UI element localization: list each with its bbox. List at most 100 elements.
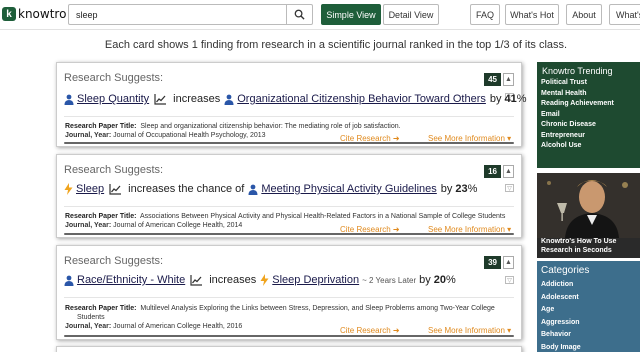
- trending-item[interactable]: Mental Health: [537, 89, 640, 100]
- finding-card: [56, 346, 522, 352]
- finding-card: Research Suggests: 16 ▲ ▽ Sleep increase…: [56, 154, 522, 238]
- paper-title-continuation: Students: [77, 314, 105, 321]
- journal-label: Journal, Year:: [65, 222, 112, 229]
- chevron-up-icon[interactable]: ▲: [503, 256, 514, 269]
- finding-card: Research Suggests: 39 ▲ ▽ Race/Ethnicity…: [56, 245, 522, 340]
- flag-icon[interactable]: ▽: [505, 184, 514, 192]
- effect-percent: 41: [504, 93, 517, 105]
- card-bottom-bar: [64, 233, 514, 235]
- divider: [64, 206, 514, 207]
- finding-statement: Race/Ethnicity - White increases Sleep D…: [64, 274, 456, 286]
- trending-item[interactable]: Political Trust: [537, 78, 640, 89]
- logo-text: knowtro: [18, 7, 67, 21]
- object-link[interactable]: Organizational Citizenship Behavior Towa…: [237, 93, 486, 105]
- object-link[interactable]: Sleep Deprivation: [272, 274, 359, 286]
- finding-statement: Sleep Quantity increases Organizational …: [64, 93, 527, 105]
- whats-hot-button[interactable]: What's Hot: [505, 4, 559, 25]
- bolt-icon: [260, 274, 269, 286]
- card-bottom-bar: [64, 142, 514, 144]
- trending-item[interactable]: Chronic Disease: [537, 120, 640, 131]
- journal-line: Journal, Year: Journal of American Colle…: [65, 222, 242, 229]
- categories-panel: Categories Addiction Adolescent Age Aggr…: [537, 261, 640, 352]
- card-label: Research Suggests:: [64, 255, 164, 267]
- journal-name: Journal of American College Health, 2014: [113, 222, 243, 229]
- category-item[interactable]: Body Image: [537, 342, 640, 352]
- category-item[interactable]: Adolescent: [537, 292, 640, 305]
- trending-item[interactable]: Alcohol Use: [537, 141, 640, 152]
- subject-link[interactable]: Race/Ethnicity - White: [77, 274, 185, 286]
- search-input[interactable]: [69, 5, 286, 24]
- category-item[interactable]: Behavior: [537, 329, 640, 342]
- category-item[interactable]: Aggression: [537, 317, 640, 330]
- whats-new-button[interactable]: What's: [609, 4, 640, 25]
- trending-item[interactable]: Entrepreneur: [537, 131, 640, 142]
- promo-line-1: Knowtro's How To Use: [541, 238, 617, 245]
- detail-view-button[interactable]: Detail View: [383, 4, 439, 25]
- paper-title: Multilevel Analysis Exploring the Links …: [140, 305, 495, 312]
- time-lag-text: ~ 2 Years Later: [362, 275, 417, 285]
- trending-title: Knowtro Trending: [542, 66, 613, 76]
- person-icon: [64, 94, 74, 105]
- promo-line-2: Research in Seconds: [541, 247, 612, 254]
- category-item[interactable]: Addiction: [537, 279, 640, 292]
- journal-label: Journal, Year:: [65, 132, 112, 139]
- logo-mark-icon: k: [2, 7, 16, 21]
- effect-percent: 23: [455, 183, 468, 195]
- paper-title-label: Research Paper Title:: [65, 213, 137, 220]
- trending-item[interactable]: Email: [537, 110, 640, 121]
- by-text: by: [440, 183, 453, 195]
- see-more-information-link[interactable]: See More Information ▾: [428, 326, 511, 335]
- journal-line: Journal, Year: Journal of Occupational H…: [65, 132, 266, 139]
- object-link[interactable]: Meeting Physical Activity Guidelines: [261, 183, 436, 195]
- card-label: Research Suggests:: [64, 72, 164, 84]
- card-bottom-bar: [64, 335, 514, 337]
- person-icon: [248, 184, 258, 195]
- knowtro-logo[interactable]: k knowtro: [2, 6, 66, 22]
- person-icon: [64, 275, 74, 286]
- subject-link[interactable]: Sleep: [76, 183, 104, 195]
- about-button[interactable]: About: [566, 4, 602, 25]
- finding-statement: Sleep increases the chance of Meeting Ph…: [64, 183, 477, 195]
- by-text: by: [489, 93, 502, 105]
- divider: [64, 116, 514, 117]
- relation-text: increases the chance of: [128, 183, 245, 195]
- person-icon: [224, 94, 234, 105]
- trend-chart-icon: [154, 93, 167, 105]
- paper-title: Sleep and organizational citizenship beh…: [140, 123, 401, 130]
- journal-name: Journal of Occupational Health Psycholog…: [113, 132, 266, 139]
- simple-view-button[interactable]: Simple View: [321, 4, 381, 25]
- subject-link[interactable]: Sleep Quantity: [77, 93, 149, 105]
- search-button[interactable]: [286, 5, 312, 24]
- chevron-up-icon[interactable]: ▲: [503, 165, 514, 178]
- percent-sign: %: [446, 274, 456, 286]
- paper-title-line: Research Paper Title: Associations Betwe…: [65, 212, 505, 221]
- percent-sign: %: [516, 93, 527, 105]
- faq-button[interactable]: FAQ: [470, 4, 500, 25]
- search-box: [68, 4, 313, 25]
- categories-title: Categories: [541, 265, 590, 276]
- flag-icon[interactable]: ▽: [505, 276, 514, 284]
- finding-card: Research Suggests: 45 ▲ ▽ Sleep Quantity…: [56, 62, 527, 147]
- journal-name: Journal of American College Health, 2016: [113, 323, 243, 330]
- score-badge: 39: [484, 256, 501, 269]
- trend-chart-icon: [109, 183, 122, 195]
- promo-image: [537, 173, 640, 238]
- score-badge: 45: [484, 73, 501, 86]
- trending-item[interactable]: Reading Achievement: [537, 99, 640, 110]
- by-text: by: [419, 274, 431, 286]
- effect-percent: 20: [433, 274, 447, 286]
- chevron-up-icon[interactable]: ▲: [503, 73, 514, 86]
- journal-line: Journal, Year: Journal of American Colle…: [65, 323, 242, 330]
- trending-panel: Knowtro Trending Political Trust Mental …: [537, 62, 640, 168]
- paper-title-line: Research Paper Title: Multilevel Analysi…: [65, 304, 495, 313]
- relation-text: increases: [173, 93, 221, 105]
- relation-text: increases: [209, 274, 257, 286]
- score-badge: 16: [484, 165, 501, 178]
- how-to-video-promo[interactable]: Knowtro's How To Use Research in Seconds: [537, 173, 640, 258]
- category-item[interactable]: Age: [537, 304, 640, 317]
- divider: [64, 297, 514, 298]
- journal-label: Journal, Year:: [65, 323, 112, 330]
- percent-sign: %: [467, 183, 478, 195]
- paper-title: Associations Between Physical Activity a…: [139, 213, 506, 220]
- cite-research-link[interactable]: Cite Research ➜: [340, 326, 400, 335]
